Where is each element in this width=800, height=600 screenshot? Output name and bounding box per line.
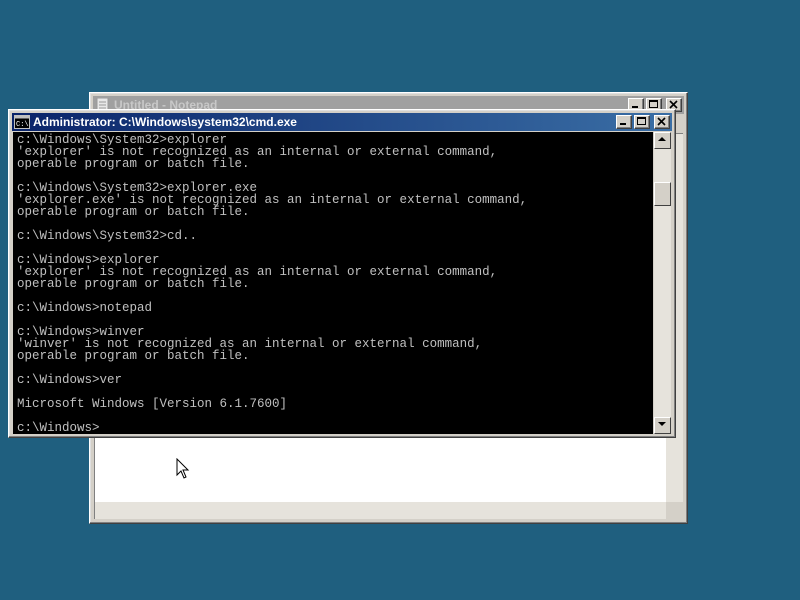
cmd-titlebar[interactable]: C:\ Administrator: C:\Windows\system32\c…: [12, 113, 672, 131]
scroll-thumb[interactable]: [654, 182, 671, 206]
maximize-icon: [649, 100, 658, 108]
notepad-horizontal-scrollbar[interactable]: [95, 502, 666, 519]
maximize-icon: [637, 117, 646, 125]
notepad-size-grip[interactable]: [666, 502, 683, 519]
arrow-cursor-icon: [176, 458, 190, 479]
close-icon: [657, 117, 666, 126]
cmd-icon: C:\: [14, 115, 30, 129]
svg-text:C:\: C:\: [16, 121, 29, 129]
close-icon: [669, 100, 678, 109]
minimize-icon: [632, 106, 638, 108]
cmd-title: Administrator: C:\Windows\system32\cmd.e…: [33, 115, 297, 129]
arrow-up-icon: [658, 137, 666, 141]
cmd-window[interactable]: C:\ Administrator: C:\Windows\system32\c…: [8, 109, 676, 438]
console-output[interactable]: c:\Windows\System32>explorer 'explorer' …: [13, 132, 653, 434]
cmd-vertical-scrollbar[interactable]: [654, 132, 671, 434]
cmd-maximize-button[interactable]: [634, 115, 650, 129]
arrow-down-icon: [658, 422, 666, 426]
cmd-close-button[interactable]: [654, 115, 670, 129]
scroll-down-button[interactable]: [654, 417, 671, 434]
scroll-up-button[interactable]: [654, 132, 671, 149]
minimize-icon: [620, 123, 626, 125]
cmd-minimize-button[interactable]: [616, 115, 632, 129]
console-text: c:\Windows\System32>explorer 'explorer' …: [17, 133, 528, 434]
